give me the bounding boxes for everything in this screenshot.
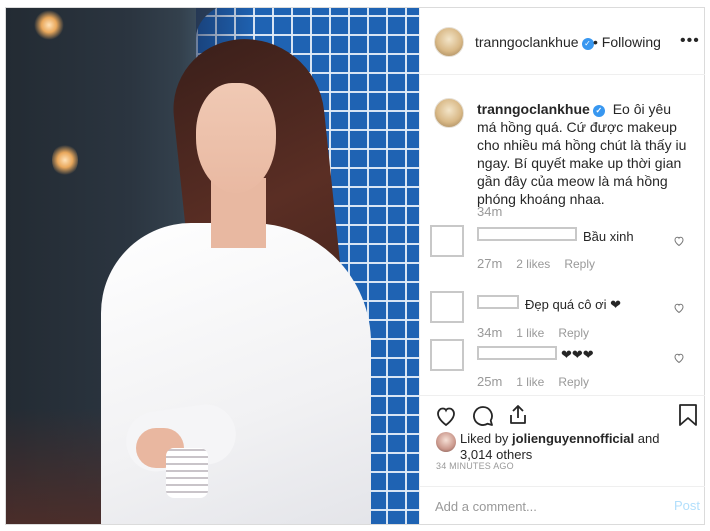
comment-time[interactable]: 27m bbox=[477, 256, 502, 271]
liked-by-text[interactable]: Liked by jolienguyennofficial and 3,014 … bbox=[460, 431, 695, 463]
liker-avatar[interactable] bbox=[436, 432, 456, 452]
comment-row: Bầu xinh 27m 2 likes Reply bbox=[420, 223, 705, 283]
caption-author-text[interactable]: tranngoclankhue bbox=[477, 101, 590, 117]
liked-by-and: and bbox=[634, 431, 660, 446]
caption-author-avatar[interactable] bbox=[434, 98, 464, 128]
white-outfit bbox=[101, 223, 371, 524]
caption-time[interactable]: 34m bbox=[477, 204, 502, 219]
comments-list[interactable]: tranngoclankhue ✓ Eo ôi yêu má hồng quá. … bbox=[420, 75, 705, 395]
comment-row: ❤❤❤ 25m 1 like Reply bbox=[420, 333, 705, 393]
post-button[interactable]: Post bbox=[674, 498, 700, 513]
post-modal: tranngoclankhue ✓ • Following ••• tranngo… bbox=[5, 7, 705, 525]
others-count[interactable]: 3,014 others bbox=[460, 447, 532, 462]
author-avatar[interactable] bbox=[434, 27, 464, 57]
comment-text: Bầu xinh bbox=[583, 229, 634, 244]
comment-likes[interactable]: 2 likes bbox=[516, 257, 550, 271]
posted-time[interactable]: 34 MINUTES AGO bbox=[436, 461, 514, 471]
share-icon[interactable] bbox=[506, 403, 530, 427]
bookmark-icon[interactable] bbox=[677, 403, 699, 427]
author-username-text[interactable]: tranngoclankhue bbox=[475, 34, 579, 50]
comment-like-heart-icon[interactable] bbox=[673, 302, 685, 314]
redacted-avatar bbox=[430, 339, 464, 371]
comment-like-heart-icon[interactable] bbox=[673, 235, 685, 247]
reply-button[interactable]: Reply bbox=[558, 375, 589, 389]
caption-text: tranngoclankhue ✓ Eo ôi yêu má hồng quá. … bbox=[477, 100, 692, 208]
more-options-icon[interactable]: ••• bbox=[680, 32, 700, 50]
caption-author-username[interactable]: tranngoclankhue ✓ bbox=[477, 101, 605, 117]
post-side-panel: tranngoclankhue ✓ • Following ••• tranngo… bbox=[419, 8, 705, 524]
comment-meta: 27m 2 likes Reply bbox=[477, 256, 595, 271]
post-header: tranngoclankhue ✓ • Following ••• bbox=[420, 8, 705, 75]
bracelet bbox=[166, 448, 208, 498]
likes-summary: Liked by jolienguyennofficial and 3,014 … bbox=[420, 426, 705, 486]
liker-username[interactable]: jolienguyennofficial bbox=[512, 431, 634, 446]
comment-text: ❤❤❤ bbox=[561, 347, 594, 362]
liked-by-prefix: Liked by bbox=[460, 431, 513, 446]
background-light bbox=[34, 10, 64, 40]
comment-icon[interactable] bbox=[471, 404, 495, 428]
post-photo[interactable] bbox=[6, 8, 419, 524]
background-light bbox=[52, 143, 78, 177]
comment-time[interactable]: 25m bbox=[477, 374, 502, 389]
redacted-username bbox=[477, 227, 577, 241]
verified-badge-icon: ✓ bbox=[581, 38, 594, 50]
comment-likes[interactable]: 1 like bbox=[516, 375, 544, 389]
author-username[interactable]: tranngoclankhue ✓ bbox=[475, 34, 594, 50]
redacted-username bbox=[477, 346, 557, 360]
verified-badge-icon: ✓ bbox=[592, 105, 605, 117]
add-comment-bar: Post bbox=[420, 486, 705, 524]
reply-button[interactable]: Reply bbox=[564, 257, 595, 271]
comment-like-heart-icon[interactable] bbox=[673, 352, 685, 364]
following-status[interactable]: • Following bbox=[593, 34, 661, 50]
comment-text: Đẹp quá cô ơi ❤ bbox=[525, 297, 622, 312]
heart-icon[interactable] bbox=[434, 404, 458, 428]
comment-input[interactable] bbox=[435, 497, 655, 515]
redacted-avatar bbox=[430, 225, 464, 257]
comment-meta: 25m 1 like Reply bbox=[477, 374, 589, 389]
redacted-avatar bbox=[430, 291, 464, 323]
face bbox=[196, 83, 276, 193]
redacted-username bbox=[477, 295, 519, 309]
